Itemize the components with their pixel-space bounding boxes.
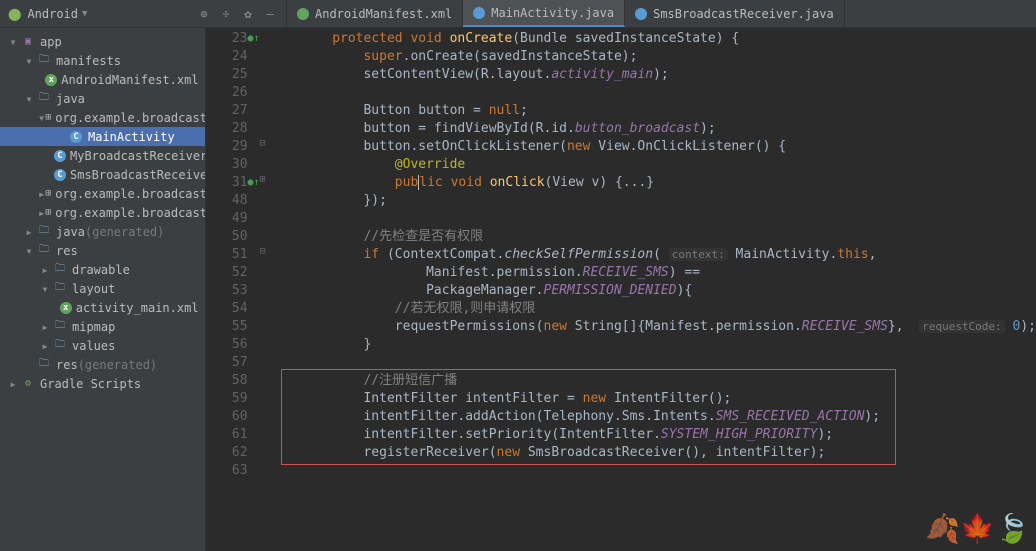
tab-mainactivity-java[interactable]: MainActivity.java <box>463 0 625 27</box>
file-icon <box>473 7 485 19</box>
tree-node-res[interactable]: 🗀res (generated) <box>0 355 205 374</box>
code-line-29[interactable]: button.setOnClickListener(new View.OnCli… <box>270 138 1036 156</box>
tree-node-mipmap[interactable]: ▸🗀mipmap <box>0 317 205 336</box>
code-line-26[interactable] <box>270 84 1036 102</box>
code-line-49[interactable] <box>270 210 1036 228</box>
tree-node-mainactivity[interactable]: CMainActivity <box>0 127 205 146</box>
tree-label: Gradle Scripts <box>40 377 141 391</box>
tree-label: org.example.broadcast <box>55 187 205 201</box>
tree-label: layout <box>72 282 115 296</box>
code-line-23[interactable]: protected void onCreate(Bundle savedInst… <box>270 30 1036 48</box>
expand-arrow-icon[interactable]: ▸ <box>6 377 20 391</box>
tree-label: res <box>56 358 78 372</box>
file-icon <box>635 8 647 20</box>
tree-node-layout[interactable]: ▾🗀layout <box>0 279 205 298</box>
code-line-24[interactable]: super.onCreate(savedInstanceState); <box>270 48 1036 66</box>
tree-node-org-example-broadcast[interactable]: ▾⊞org.example.broadcast <box>0 108 205 127</box>
tree-label: SmsBroadcastReceiver <box>70 168 206 182</box>
tab-label: AndroidManifest.xml <box>315 7 452 21</box>
tree-label: app <box>40 35 62 49</box>
tree-node-java[interactable]: ▾🗀java <box>0 89 205 108</box>
tree-node-mybroadcastreceiver[interactable]: CMyBroadcastReceiver <box>0 146 205 165</box>
tree-node-java[interactable]: ▸🗀java (generated) <box>0 222 205 241</box>
project-tree[interactable]: ▾▣app▾🗀manifestsxAndroidManifest.xml▾🗀ja… <box>0 28 206 551</box>
tree-node-values[interactable]: ▸🗀values <box>0 336 205 355</box>
code-line-55[interactable]: requestPermissions(new String[]{Manifest… <box>270 318 1036 336</box>
divide-icon[interactable]: ÷ <box>218 6 234 22</box>
tree-label: res <box>56 244 78 258</box>
tab-label: SmsBroadcastReceiver.java <box>653 7 834 21</box>
tree-label: java <box>56 92 85 106</box>
code-line-52[interactable]: Manifest.permission.RECEIVE_SMS) == <box>270 264 1036 282</box>
project-view-selector[interactable]: Android ▼ <box>27 7 87 21</box>
tree-node-androidmanifest-xml[interactable]: xAndroidManifest.xml <box>0 70 205 89</box>
tree-node-drawable[interactable]: ▸🗀drawable <box>0 260 205 279</box>
expand-arrow-icon[interactable]: ▸ <box>38 263 52 277</box>
code-line-25[interactable]: setContentView(R.layout.activity_main); <box>270 66 1036 84</box>
expand-arrow-icon[interactable]: ▾ <box>38 282 52 296</box>
code-line-30[interactable]: @Override <box>270 156 1036 174</box>
tree-node-smsbroadcastreceiver[interactable]: CSmsBroadcastReceiver <box>0 165 205 184</box>
code-line-28[interactable]: button = findViewById(R.id.button_broadc… <box>270 120 1036 138</box>
code-line-51[interactable]: if (ContextCompat.checkSelfPermission( c… <box>270 246 1036 264</box>
collapse-icon[interactable]: — <box>262 6 278 22</box>
tree-label: AndroidManifest.xml <box>61 73 198 87</box>
tab-androidmanifest-xml[interactable]: AndroidManifest.xml <box>287 0 463 27</box>
android-logo-icon: ⬤ <box>8 7 21 21</box>
tree-label: org.example.broadcast <box>55 206 205 220</box>
expand-arrow-icon[interactable]: ▸ <box>38 320 52 334</box>
tree-label: MainActivity <box>88 130 175 144</box>
tree-node-activity_main-xml[interactable]: xactivity_main.xml <box>0 298 205 317</box>
tree-node-manifests[interactable]: ▾🗀manifests <box>0 51 205 70</box>
expand-arrow-icon[interactable]: ▾ <box>6 35 20 49</box>
file-icon <box>297 8 309 20</box>
expand-arrow-icon[interactable]: ▸ <box>38 206 45 220</box>
highlight-box <box>281 369 896 465</box>
expand-arrow-icon[interactable]: ▸ <box>38 339 52 353</box>
code-line-54[interactable]: //若无权限,则申请权限 <box>270 300 1036 318</box>
tree-node-org-example-broadcast[interactable]: ▸⊞org.example.broadcast (androidTest) <box>0 184 205 203</box>
tree-label: manifests <box>56 54 121 68</box>
tree-label: MyBroadcastReceiver <box>70 149 206 163</box>
code-line-27[interactable]: Button button = null; <box>270 102 1036 120</box>
tree-node-org-example-broadcast[interactable]: ▸⊞org.example.broadcast (test) <box>0 203 205 222</box>
tree-label: mipmap <box>72 320 115 334</box>
project-view-label: Android <box>27 7 78 21</box>
top-bar: ⬤ Android ▼ ⊕ ÷ ✿ — AndroidManifest.xml M… <box>0 0 1036 28</box>
expand-arrow-icon[interactable]: ▸ <box>38 187 45 201</box>
expand-arrow-icon[interactable]: ▾ <box>22 92 36 106</box>
editor-tabs: AndroidManifest.xml MainActivity.java SmsB… <box>287 0 845 27</box>
code-line-53[interactable]: PackageManager.PERMISSION_DENIED){ <box>270 282 1036 300</box>
tab-label: MainActivity.java <box>491 6 614 20</box>
dropdown-icon: ▼ <box>82 9 87 19</box>
expand-arrow-icon[interactable]: ▾ <box>38 111 45 125</box>
tree-suffix: (generated) <box>85 225 164 239</box>
expand-arrow-icon[interactable]: ▸ <box>22 225 36 239</box>
gear-icon[interactable]: ✿ <box>240 6 256 22</box>
main-area: ▾▣app▾🗀manifestsxAndroidManifest.xml▾🗀ja… <box>0 28 1036 551</box>
tab-smsbroadcastreceiver-java[interactable]: SmsBroadcastReceiver.java <box>625 0 845 27</box>
tree-label: java <box>56 225 85 239</box>
tree-node-gradle-scripts[interactable]: ▸⚙Gradle Scripts <box>0 374 205 393</box>
code-editor[interactable]: 23●↑2425262728293031●↑484950515253545556… <box>206 28 1036 551</box>
code-line-48[interactable]: }); <box>270 192 1036 210</box>
tree-node-app[interactable]: ▾▣app <box>0 32 205 51</box>
expand-arrow-icon[interactable]: ▾ <box>22 244 36 258</box>
expand-arrow-icon[interactable]: ▾ <box>22 54 36 68</box>
code-line-50[interactable]: //先检查是否有权限 <box>270 228 1036 246</box>
tree-label: org.example.broadcast <box>55 111 205 125</box>
tree-suffix: (generated) <box>78 358 157 372</box>
code-line-31[interactable]: public void onClick(View v) {...} <box>270 174 1036 192</box>
code-area[interactable]: protected void onCreate(Bundle savedInst… <box>270 28 1036 551</box>
tree-label: activity_main.xml <box>76 301 199 315</box>
tree-label: drawable <box>72 263 130 277</box>
decoration-stickers: 🍂🍁🍃 <box>925 512 1030 545</box>
project-toolbar: ⬤ Android ▼ ⊕ ÷ ✿ — <box>0 0 287 27</box>
tree-label: values <box>72 339 115 353</box>
target-icon[interactable]: ⊕ <box>196 6 212 22</box>
line-gutter: 23●↑2425262728293031●↑484950515253545556… <box>206 28 256 551</box>
code-line-56[interactable]: } <box>270 336 1036 354</box>
tree-node-res[interactable]: ▾🗀res <box>0 241 205 260</box>
fold-gutter[interactable]: ⊟⊞⊟ <box>256 28 270 551</box>
